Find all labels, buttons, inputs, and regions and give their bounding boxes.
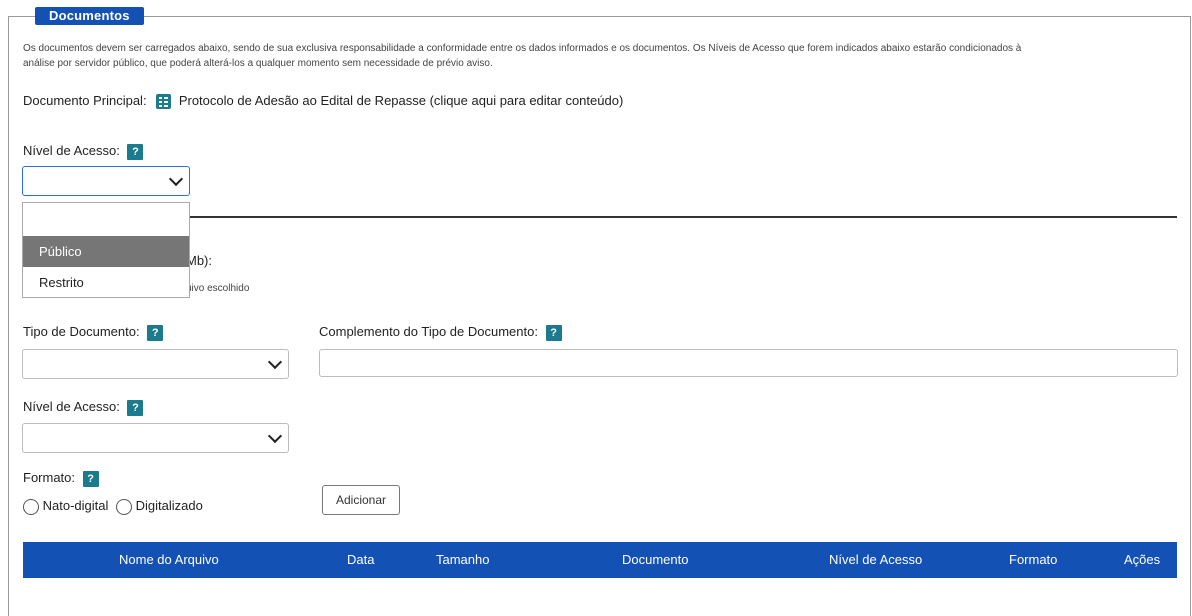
radio-nato-digital[interactable]	[23, 498, 39, 515]
documents-table-header: Nome do Arquivo Data Tamanho Documento N…	[23, 542, 1177, 578]
help-icon[interactable]: ?	[127, 399, 144, 416]
section-divider	[190, 216, 1177, 218]
principal-document-link[interactable]: Protocolo de Adesão ao Edital de Repasse…	[179, 93, 623, 108]
nivel-acesso-externo-label: Nível de Acesso:	[23, 399, 120, 414]
fieldset-legend: Documentos	[35, 7, 144, 25]
intro-line-2: análise por servidor público, que poderá…	[23, 58, 493, 69]
column-header-nivel-acesso: Nível de Acesso	[829, 552, 923, 567]
tipo-documento-label-row: Tipo de Documento: ?	[23, 324, 164, 341]
intro-text: Os documentos devem ser carregados abaix…	[23, 41, 1163, 71]
principal-row: Documento Principal: Protocolo de Adesão…	[23, 93, 623, 110]
help-icon[interactable]: ?	[127, 143, 144, 160]
add-button[interactable]: Adicionar	[322, 485, 400, 515]
nivel-acesso-externo-select[interactable]	[22, 423, 289, 453]
nivel-acesso-principal-select[interactable]	[22, 166, 190, 196]
help-icon[interactable]: ?	[147, 324, 164, 341]
column-header-tamanho: Tamanho	[436, 552, 490, 567]
dropdown-option-empty[interactable]	[23, 203, 189, 234]
column-header-documento: Documento	[622, 552, 689, 567]
nivel-acesso-externo-label-row: Nível de Acesso: ?	[23, 399, 144, 416]
column-header-formato: Formato	[1009, 552, 1058, 567]
dropdown-option-restrito[interactable]: Restrito	[23, 267, 189, 298]
dropdown-option-publico[interactable]: Público	[23, 236, 189, 267]
chevron-down-icon	[267, 428, 283, 444]
help-icon[interactable]: ?	[82, 470, 99, 487]
radio-digitalizado[interactable]	[116, 498, 133, 515]
tipo-documento-label: Tipo de Documento:	[23, 324, 140, 339]
tipo-documento-select[interactable]	[22, 349, 289, 379]
nivel-acesso-label: Nível de Acesso:	[23, 143, 120, 158]
upload-status: uivo escolhido	[186, 283, 250, 294]
column-header-acoes: Ações	[1124, 552, 1161, 567]
radio-nato-digital-label[interactable]: Nato-digital	[43, 498, 109, 513]
chevron-down-icon	[267, 354, 283, 370]
formato-label: Formato:	[23, 470, 76, 485]
complemento-label-row: Complemento do Tipo de Documento: ?	[319, 324, 562, 341]
complemento-label: Complemento do Tipo de Documento:	[319, 324, 538, 339]
formato-label-row: Formato: ?	[23, 470, 99, 487]
column-header-nome-arquivo: Nome do Arquivo	[119, 552, 219, 567]
help-icon[interactable]: ?	[545, 324, 562, 341]
intro-line-1: Os documentos devem ser carregados abaix…	[23, 43, 1022, 54]
nivel-acesso-dropdown-list: Público Restrito	[22, 202, 190, 298]
nivel-acesso-label-row: Nível de Acesso: ?	[23, 143, 144, 160]
complemento-input[interactable]	[319, 349, 1178, 377]
principal-label: Documento Principal:	[23, 93, 147, 108]
radio-digitalizado-label[interactable]: Digitalizado	[136, 498, 203, 513]
chevron-down-icon	[168, 171, 184, 187]
formato-options: Nato-digital Digitalizado	[23, 498, 203, 515]
document-edit-icon[interactable]	[156, 94, 172, 110]
column-header-data: Data	[347, 552, 375, 567]
